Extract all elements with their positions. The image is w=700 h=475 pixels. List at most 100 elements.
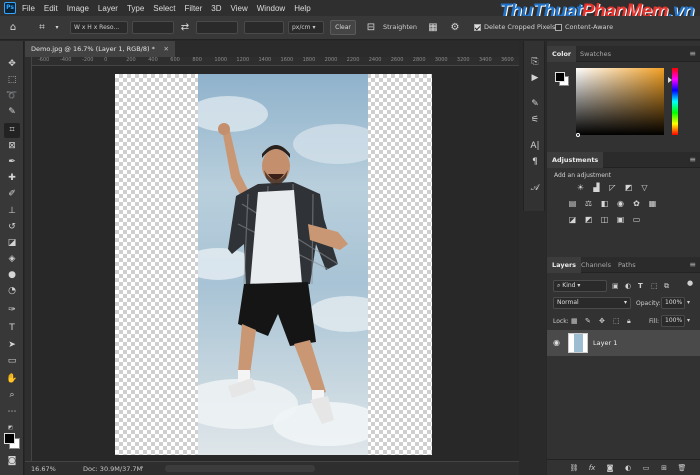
hue-slider[interactable]: [672, 68, 678, 135]
channel-mixer-icon[interactable]: ✿: [631, 199, 642, 209]
color-picker-cursor[interactable]: [576, 133, 580, 137]
document-canvas[interactable]: [115, 74, 432, 455]
levels-icon[interactable]: ▟: [591, 183, 602, 193]
panel-menu-icon[interactable]: ≡: [689, 260, 696, 270]
curves-icon[interactable]: ◸: [607, 183, 618, 193]
unit-select[interactable]: px/cm ▾: [288, 21, 324, 34]
chevron-right-icon[interactable]: ›: [141, 464, 143, 471]
filter-pixel-icon[interactable]: ▣: [612, 282, 619, 290]
chevron-down-icon[interactable]: ▾: [687, 299, 690, 306]
filter-smart-object-icon[interactable]: ⧉: [664, 282, 669, 291]
delete-cropped-label[interactable]: Delete Cropped Pixels: [484, 23, 555, 31]
adjustment-settings-icon[interactable]: ⚟: [528, 113, 542, 127]
new-layer-icon[interactable]: ⊞: [659, 463, 669, 473]
filter-adjustment-icon[interactable]: ◐: [625, 282, 631, 290]
new-group-icon[interactable]: ▭: [641, 463, 651, 473]
color-lookup-icon[interactable]: ▦: [647, 199, 658, 209]
menu-help[interactable]: Help: [294, 4, 310, 13]
width-input[interactable]: [132, 21, 174, 34]
menu-layer[interactable]: Layer: [98, 4, 118, 13]
menu-filter[interactable]: Filter: [185, 4, 203, 13]
black-white-icon[interactable]: ◧: [599, 199, 610, 209]
glyphs-panel-icon[interactable]: 𝒜: [528, 181, 542, 195]
zoom-level[interactable]: 16.67%: [31, 465, 56, 473]
layer-filter-kind[interactable]: ⌕ Kind ▾: [553, 280, 607, 292]
lock-pixels-icon[interactable]: ✎: [585, 317, 591, 325]
photoshop-logo-icon[interactable]: Ps: [4, 2, 16, 14]
layer-thumbnail[interactable]: [568, 333, 588, 353]
close-icon[interactable]: ✕: [164, 41, 169, 57]
document-tab[interactable]: Demo.jpg @ 16.7% (Layer 1, RGB/8) * ✕: [25, 41, 175, 57]
lock-all-icon[interactable]: 🔒︎: [627, 317, 631, 326]
grid-overlay-icon[interactable]: ▦: [426, 21, 440, 35]
pen-tool-icon[interactable]: ✑: [4, 303, 20, 318]
brush-tool-icon[interactable]: ✐: [4, 187, 20, 202]
fx-icon[interactable]: fx: [587, 463, 597, 473]
move-tool-icon[interactable]: ✥: [4, 57, 20, 72]
eraser-tool-icon[interactable]: ◪: [4, 236, 20, 251]
paragraph-panel-icon[interactable]: ¶: [528, 155, 542, 169]
frame-tool-icon[interactable]: ⊠: [4, 139, 20, 154]
filter-type-icon[interactable]: T: [638, 282, 643, 290]
resolution-input[interactable]: [244, 21, 284, 34]
color-picker-field[interactable]: [576, 68, 664, 135]
fill-input[interactable]: 100%: [661, 315, 685, 327]
chevron-down-icon[interactable]: ▾: [687, 317, 690, 324]
chevron-down-icon[interactable]: ▾: [50, 21, 64, 35]
canvas-area[interactable]: [32, 66, 519, 461]
panel-menu-icon[interactable]: ≡: [689, 155, 696, 165]
threshold-icon[interactable]: ◫: [599, 215, 610, 225]
actions-panel-icon[interactable]: ▶: [528, 71, 542, 85]
hue-saturation-icon[interactable]: ▤: [567, 199, 578, 209]
filter-shape-icon[interactable]: ⬚: [651, 282, 658, 290]
path-select-icon[interactable]: ➤: [4, 338, 20, 353]
new-adjustment-icon[interactable]: ◐: [623, 463, 633, 473]
history-panel-icon[interactable]: ⎘: [528, 55, 542, 69]
link-layers-icon[interactable]: ⛓: [569, 463, 579, 473]
photo-filter-icon[interactable]: ◉: [615, 199, 626, 209]
delete-layer-icon[interactable]: 🗑︎: [677, 463, 687, 473]
menu-edit[interactable]: Edit: [44, 4, 58, 13]
default-colors-icon[interactable]: ◩: [8, 425, 13, 431]
delete-cropped-checkbox[interactable]: [474, 24, 481, 31]
straighten-icon[interactable]: ⊟: [364, 21, 378, 35]
lasso-tool-icon[interactable]: ➰: [4, 89, 20, 104]
vibrance-icon[interactable]: ▽: [639, 183, 650, 193]
foreground-color-swatch[interactable]: [555, 72, 565, 82]
gradient-map-icon[interactable]: ▭: [631, 215, 642, 225]
history-brush-icon[interactable]: ↺: [4, 220, 20, 235]
lock-transparent-icon[interactable]: ▦: [571, 317, 578, 325]
swap-icon[interactable]: ⇄: [178, 21, 192, 35]
more-tools-icon[interactable]: ⋯: [4, 405, 20, 420]
invert-icon[interactable]: ◪: [567, 215, 578, 225]
color-balance-icon[interactable]: ⚖: [583, 199, 594, 209]
visibility-eye-icon[interactable]: ◉: [553, 338, 560, 347]
add-mask-icon[interactable]: ◙: [605, 463, 615, 473]
ratio-select[interactable]: W x H x Reso...: [70, 21, 128, 34]
lock-position-icon[interactable]: ✥: [599, 317, 605, 325]
menu-3d[interactable]: 3D: [211, 4, 221, 13]
height-input[interactable]: [196, 21, 238, 34]
tab-paths[interactable]: Paths: [613, 257, 641, 273]
exposure-icon[interactable]: ◩: [623, 183, 634, 193]
tab-swatches[interactable]: Swatches: [575, 46, 616, 62]
gear-icon[interactable]: ⚙: [448, 21, 462, 35]
selective-color-icon[interactable]: ▣: [615, 215, 626, 225]
quick-mask-icon[interactable]: ◙: [4, 454, 20, 469]
filter-toggle-icon[interactable]: ●: [687, 279, 693, 287]
layer-name[interactable]: Layer 1: [593, 339, 617, 347]
panel-menu-icon[interactable]: ≡: [689, 49, 696, 59]
quick-select-tool-icon[interactable]: ✎: [4, 105, 20, 120]
menu-file[interactable]: File: [22, 4, 35, 13]
menu-view[interactable]: View: [231, 4, 248, 13]
content-aware-label[interactable]: Content-Aware: [565, 23, 613, 31]
blur-tool-icon[interactable]: ●: [4, 268, 20, 283]
tab-adjustments[interactable]: Adjustments: [547, 152, 604, 168]
opacity-input[interactable]: 100%: [661, 297, 685, 309]
shape-tool-icon[interactable]: ▭: [4, 354, 20, 369]
character-panel-icon[interactable]: A|: [528, 139, 542, 153]
menu-select[interactable]: Select: [153, 4, 175, 13]
brightness-icon[interactable]: ☀: [575, 183, 586, 193]
straighten-label[interactable]: Straighten: [383, 23, 417, 31]
crop-tool-icon[interactable]: ⌗: [4, 123, 20, 138]
